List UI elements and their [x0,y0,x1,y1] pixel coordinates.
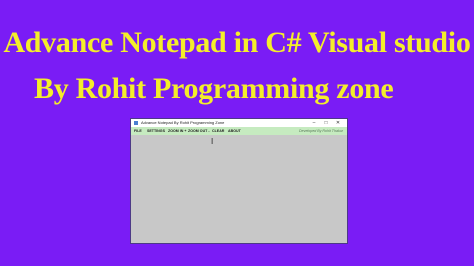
text-editor-area[interactable]: I [131,135,347,243]
text-cursor: I [211,137,214,146]
thumbnail-title-line-1: Advance Notepad in C# Visual studio [3,26,471,59]
menu-bar: FILE SETTINGS ZOOM IN + ZOOM OUT - CLEAR… [131,127,347,135]
menu-zoom-out[interactable]: ZOOM OUT - [188,127,210,135]
close-button[interactable]: ✕ [332,119,344,127]
developer-credit: Developed By Rohit Thakur [299,129,343,133]
menu-clear[interactable]: CLEAR [212,127,224,135]
minimize-button[interactable]: – [308,119,320,127]
thumbnail-title-line-2: By Rohit Programming zone [34,72,394,105]
menu-zoom-in[interactable]: ZOOM IN + [168,127,186,135]
menu-settings[interactable]: SETTINGS [147,127,165,135]
video-thumbnail: Advance Notepad in C# Visual studio By R… [0,0,474,266]
window-title: Advance Notepad By Rohit Programming Zon… [141,120,225,125]
menu-about[interactable]: ABOUT [228,127,241,135]
notepad-window: Advance Notepad By Rohit Programming Zon… [131,119,347,243]
menu-file[interactable]: FILE [134,127,142,135]
maximize-button[interactable]: □ [320,119,332,127]
window-titlebar[interactable]: Advance Notepad By Rohit Programming Zon… [131,119,347,127]
notepad-icon [134,121,138,125]
